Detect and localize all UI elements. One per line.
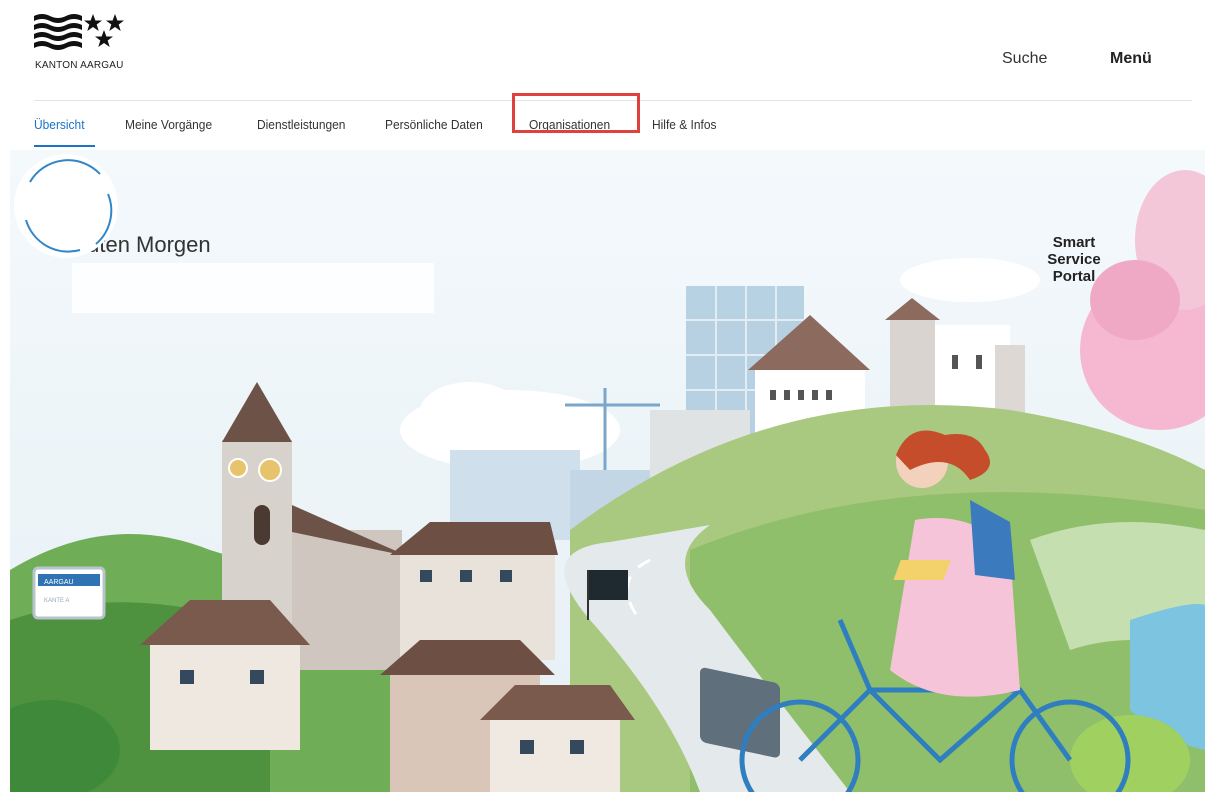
hero-illustration: AARGAU KANTE A Guten Morgen Smart Servic	[10, 150, 1205, 792]
tab-hilfe-infos[interactable]: Hilfe & Infos	[652, 117, 716, 132]
greeting-name-placeholder	[72, 263, 434, 313]
stars-icon	[84, 14, 124, 47]
sign-label-kante: KANTE A	[44, 598, 69, 604]
smart-service-portal-badge[interactable]	[10, 150, 122, 262]
menu-button[interactable]: Menü	[1110, 50, 1152, 68]
tab-persoenliche-daten[interactable]: Persönliche Daten	[385, 117, 483, 132]
tab-meine-vorgaenge[interactable]: Meine Vorgänge	[125, 117, 212, 132]
badge-line-3: Portal	[1052, 268, 1096, 285]
smart-service-portal-text: Smart Service Portal	[1032, 234, 1116, 285]
highlight-box	[512, 93, 640, 133]
waves-icon	[34, 14, 82, 50]
badge-line-2: Service	[1047, 251, 1101, 268]
active-tab-indicator	[34, 145, 95, 147]
site-header: KANTON AARGAU Suche Menü Übersicht Meine…	[0, 0, 1205, 150]
search-link[interactable]: Suche	[1002, 50, 1047, 68]
tab-uebersicht[interactable]: Übersicht	[34, 117, 85, 132]
logo-text: KANTON AARGAU	[35, 60, 124, 71]
sign-label-aargau: AARGAU	[44, 579, 74, 586]
tab-dienstleistungen[interactable]: Dienstleistungen	[257, 117, 345, 132]
badge-line-1: Smart	[1052, 234, 1096, 251]
